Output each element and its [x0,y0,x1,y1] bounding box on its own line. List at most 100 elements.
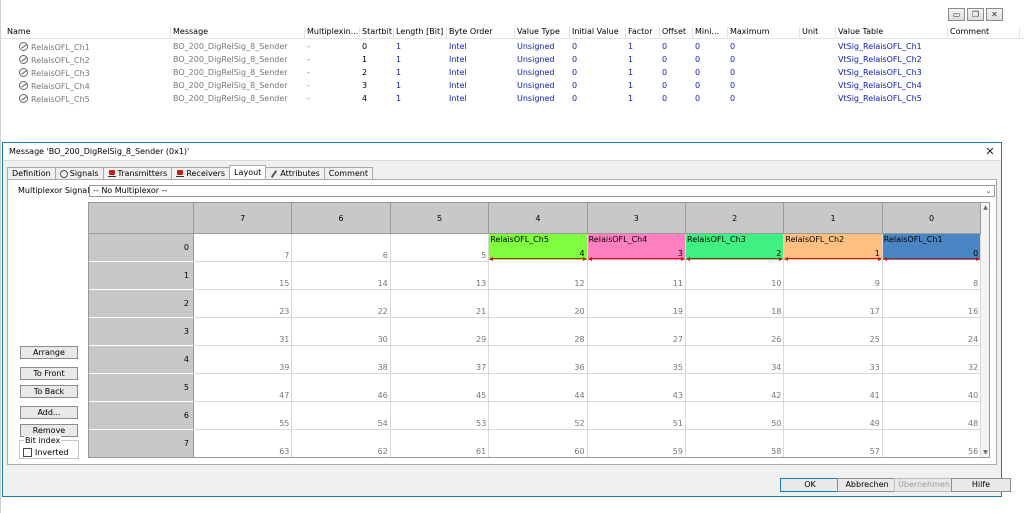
grid-cell[interactable]: 32 [882,346,982,374]
grid-cell[interactable]: 17 [784,290,883,318]
inverted-checkbox[interactable] [23,448,32,457]
column-header[interactable]: Factor [626,27,660,39]
grid-cell[interactable]: 21 [390,290,490,318]
column-header[interactable]: Startbit [360,27,394,39]
grid-cell[interactable]: 30 [292,318,391,346]
column-header[interactable]: Multiplexin... [305,27,360,39]
grid-cell[interactable]: 51 [587,402,686,430]
minimize-button[interactable]: ▭ [948,8,965,21]
grid-cell[interactable]: 14 [292,262,391,290]
column-header[interactable]: Length [Bit] [394,27,447,39]
grid-cell[interactable]: 23 [194,290,293,318]
table-row[interactable]: RelaisOFL_Ch4 BO_200_DigRelSig_8_Sender - 3… [1,80,1024,93]
grid-cell[interactable]: 11 [587,262,686,290]
grid-cell[interactable]: 55 [194,402,293,430]
grid-cell[interactable]: 58 [686,430,785,457]
scroll-up-icon[interactable]: ▲ [981,203,989,212]
apply-button[interactable]: Übernehmen [894,478,954,492]
ok-button[interactable]: OK [780,478,840,492]
table-row[interactable]: RelaisOFL_Ch3 BO_200_DigRelSig_8_Sender - 2… [1,67,1024,80]
grid-cell[interactable]: 47 [194,374,293,402]
grid-cell[interactable]: 60 [489,430,588,457]
grid-cell[interactable]: 57 [784,430,883,457]
grid-cell[interactable]: 43 [587,374,686,402]
multiplexor-select[interactable]: -- No Multiplexor -- ⌄ [89,185,995,197]
grid-cell[interactable]: 54 [292,402,391,430]
tab-transmitters[interactable]: Transmitters [102,167,173,179]
signal-block[interactable]: RelaisOFL_Ch5 4 [489,234,588,262]
grid-cell[interactable]: 56 [883,430,982,457]
grid-cell[interactable]: 35 [587,346,686,374]
grid-cell[interactable]: 63 [194,430,293,457]
grid-cell[interactable]: 24 [882,318,982,346]
column-header[interactable]: Value Type [515,27,570,39]
grid-cell[interactable]: 44 [489,374,588,402]
grid-cell[interactable]: 26 [686,318,785,346]
signal-block[interactable]: RelaisOFL_Ch1 0 [882,234,982,262]
grid-cell[interactable]: 48 [882,402,982,430]
grid-cell[interactable]: 42 [686,374,785,402]
table-row[interactable]: RelaisOFL_Ch1 BO_200_DigRelSig_8_Sender - 0… [1,41,1024,54]
tab-layout[interactable]: Layout [229,165,267,179]
grid-cell[interactable]: 9 [784,262,883,290]
column-header[interactable]: Name [5,27,171,39]
grid-cell[interactable]: 62 [292,430,391,457]
signal-block[interactable]: RelaisOFL_Ch3 2 [686,234,785,262]
grid-cell[interactable]: 16 [882,290,982,318]
tab-attributes[interactable]: Attributes [265,167,325,179]
grid-cell[interactable]: 27 [587,318,686,346]
add-button[interactable]: Add... [20,406,78,419]
grid-cell[interactable]: 25 [784,318,883,346]
close-window-button[interactable]: ✕ [986,8,1003,21]
grid-cell[interactable]: 38 [292,346,391,374]
grid-cell[interactable]: 59 [588,430,686,457]
scroll-down-icon[interactable]: ▼ [981,448,989,457]
help-button[interactable]: Hilfe [951,478,1011,492]
grid-cell[interactable]: 22 [292,290,391,318]
arrange-button[interactable]: Arrange [20,346,78,359]
column-header[interactable]: Byte Order [447,27,515,39]
restore-button[interactable]: ❐ [967,8,984,21]
grid-cell[interactable]: 53 [390,402,490,430]
column-header[interactable]: Value Table [836,27,948,39]
dialog-close-button[interactable]: ✕ [983,144,997,159]
grid-cell[interactable]: 50 [686,402,785,430]
grid-cell[interactable]: 7 [194,234,293,262]
grid-cell[interactable]: 10 [686,262,785,290]
column-header[interactable]: Message [171,27,305,39]
grid-cell[interactable]: 37 [390,346,490,374]
tab-comment[interactable]: Comment [323,167,373,179]
to-back-button[interactable]: To Back [20,385,78,398]
grid-cell[interactable]: 49 [784,402,883,430]
column-header[interactable]: Mini... [693,27,728,39]
grid-cell[interactable]: 40 [882,374,982,402]
column-header[interactable]: Maximum [728,27,800,39]
tab-definition[interactable]: Definition [7,167,56,179]
grid-cell[interactable]: 19 [587,290,686,318]
grid-cell[interactable]: 12 [489,262,588,290]
grid-cell[interactable]: 15 [194,262,293,290]
tab-signals[interactable]: Signals [54,167,104,179]
grid-cell[interactable]: 45 [390,374,490,402]
grid-cell[interactable]: 5 [390,234,490,262]
tab-receivers[interactable]: Receivers [171,167,231,179]
grid-cell[interactable]: 20 [489,290,588,318]
grid-cell[interactable]: 52 [489,402,588,430]
grid-cell[interactable]: 31 [194,318,293,346]
grid-cell[interactable]: 18 [686,290,785,318]
grid-cell[interactable]: 6 [292,234,391,262]
column-header[interactable]: Offset [660,27,693,39]
grid-cell[interactable]: 8 [882,262,982,290]
table-row[interactable]: RelaisOFL_Ch2 BO_200_DigRelSig_8_Sender - 1… [1,54,1024,67]
grid-cell[interactable]: 41 [784,374,883,402]
grid-cell[interactable]: 28 [489,318,588,346]
grid-cell[interactable]: 29 [390,318,490,346]
signal-block[interactable]: RelaisOFL_Ch2 1 [784,234,883,262]
signal-block[interactable]: RelaisOFL_Ch4 3 [587,234,686,262]
table-row[interactable]: RelaisOFL_Ch5 BO_200_DigRelSig_8_Sender - 4… [1,93,1024,106]
column-header[interactable]: Initial Value [570,27,626,39]
grid-cell[interactable]: 36 [489,346,588,374]
cancel-button[interactable]: Abbrechen [837,478,897,492]
grid-cell[interactable]: 39 [194,346,293,374]
column-header[interactable]: Comment [948,27,1020,39]
